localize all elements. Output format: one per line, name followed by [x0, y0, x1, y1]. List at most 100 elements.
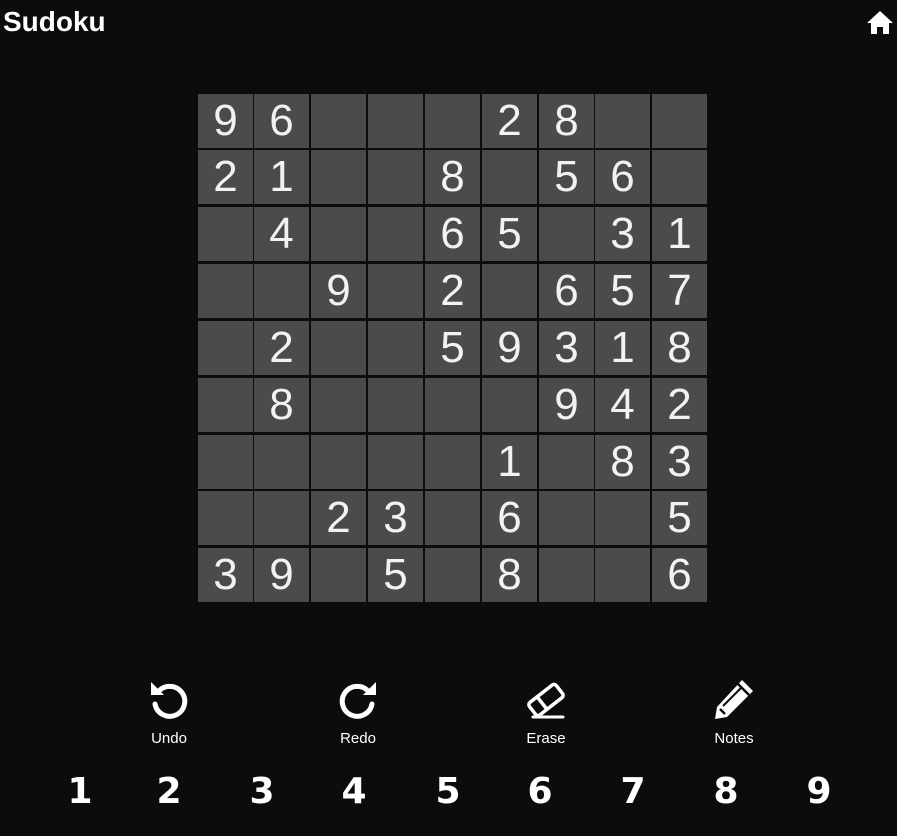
- sudoku-cell-r6-c2[interactable]: 8: [254, 378, 309, 432]
- redo-label: Redo: [340, 730, 376, 747]
- number-button-7[interactable]: 7: [613, 770, 653, 814]
- number-button-9[interactable]: 9: [799, 770, 839, 814]
- sudoku-cell-r9-c4[interactable]: 5: [368, 548, 423, 602]
- sudoku-cell-r9-c8[interactable]: [595, 548, 650, 602]
- sudoku-cell-r7-c8[interactable]: 8: [595, 435, 650, 489]
- sudoku-cell-r1-c6[interactable]: 2: [482, 94, 537, 148]
- sudoku-cell-r3-c9[interactable]: 1: [652, 207, 707, 261]
- sudoku-cell-r3-c8[interactable]: 3: [595, 207, 650, 261]
- sudoku-cell-r5-c2[interactable]: 2: [254, 321, 309, 375]
- sudoku-cell-r3-c7[interactable]: [539, 207, 594, 261]
- sudoku-cell-r9-c3[interactable]: [311, 548, 366, 602]
- sudoku-cell-r6-c5[interactable]: [425, 378, 480, 432]
- sudoku-cell-r7-c5[interactable]: [425, 435, 480, 489]
- sudoku-cell-r5-c5[interactable]: 5: [425, 321, 480, 375]
- sudoku-cell-r6-c9[interactable]: 2: [652, 378, 707, 432]
- sudoku-cell-r8-c8[interactable]: [595, 491, 650, 545]
- number-button-4[interactable]: 4: [334, 770, 374, 814]
- sudoku-cell-r2-c1[interactable]: 2: [198, 150, 253, 204]
- sudoku-cell-r1-c1[interactable]: 9: [198, 94, 253, 148]
- pencil-icon: [715, 680, 753, 719]
- number-button-1[interactable]: 1: [60, 770, 100, 814]
- number-button-6[interactable]: 6: [520, 770, 560, 814]
- sudoku-cell-r3-c6[interactable]: 5: [482, 207, 537, 261]
- sudoku-cell-r8-c9[interactable]: 5: [652, 491, 707, 545]
- sudoku-cell-r5-c1[interactable]: [198, 321, 253, 375]
- sudoku-cell-r8-c4[interactable]: 3: [368, 491, 423, 545]
- sudoku-cell-r4-c1[interactable]: [198, 264, 253, 318]
- sudoku-cell-r7-c1[interactable]: [198, 435, 253, 489]
- number-button-5[interactable]: 5: [428, 770, 468, 814]
- sudoku-cell-r1-c7[interactable]: 8: [539, 94, 594, 148]
- sudoku-cell-r4-c8[interactable]: 5: [595, 264, 650, 318]
- notes-button[interactable]: Notes: [689, 676, 779, 748]
- sudoku-cell-r2-c4[interactable]: [368, 150, 423, 204]
- sudoku-cell-r4-c2[interactable]: [254, 264, 309, 318]
- sudoku-cell-r6-c7[interactable]: 9: [539, 378, 594, 432]
- number-button-3[interactable]: 3: [242, 770, 282, 814]
- sudoku-cell-r3-c5[interactable]: 6: [425, 207, 480, 261]
- sudoku-cell-r2-c7[interactable]: 5: [539, 150, 594, 204]
- sudoku-cell-r7-c2[interactable]: [254, 435, 309, 489]
- sudoku-cell-r2-c6[interactable]: [482, 150, 537, 204]
- sudoku-cell-r2-c3[interactable]: [311, 150, 366, 204]
- sudoku-cell-r6-c3[interactable]: [311, 378, 366, 432]
- sudoku-cell-r1-c8[interactable]: [595, 94, 650, 148]
- sudoku-cell-r9-c2[interactable]: 9: [254, 548, 309, 602]
- sudoku-cell-r4-c6[interactable]: [482, 264, 537, 318]
- sudoku-cell-r5-c9[interactable]: 8: [652, 321, 707, 375]
- sudoku-cell-r8-c1[interactable]: [198, 491, 253, 545]
- sudoku-cell-r9-c1[interactable]: 3: [198, 548, 253, 602]
- sudoku-cell-r7-c4[interactable]: [368, 435, 423, 489]
- sudoku-cell-r8-c2[interactable]: [254, 491, 309, 545]
- sudoku-cell-r7-c3[interactable]: [311, 435, 366, 489]
- sudoku-cell-r6-c4[interactable]: [368, 378, 423, 432]
- sudoku-cell-r8-c5[interactable]: [425, 491, 480, 545]
- undo-button[interactable]: Undo: [124, 676, 214, 748]
- erase-button[interactable]: Erase: [501, 676, 591, 748]
- sudoku-cell-r6-c6[interactable]: [482, 378, 537, 432]
- sudoku-cell-r9-c9[interactable]: 6: [652, 548, 707, 602]
- number-button-2[interactable]: 2: [149, 770, 189, 814]
- sudoku-cell-r8-c3[interactable]: 2: [311, 491, 366, 545]
- sudoku-cell-r4-c5[interactable]: 2: [425, 264, 480, 318]
- sudoku-cell-r2-c8[interactable]: 6: [595, 150, 650, 204]
- sudoku-cell-r9-c7[interactable]: [539, 548, 594, 602]
- sudoku-cell-r7-c9[interactable]: 3: [652, 435, 707, 489]
- sudoku-cell-r3-c4[interactable]: [368, 207, 423, 261]
- sudoku-cell-r7-c6[interactable]: 1: [482, 435, 537, 489]
- sudoku-cell-r8-c7[interactable]: [539, 491, 594, 545]
- sudoku-cell-r2-c9[interactable]: [652, 150, 707, 204]
- sudoku-cell-r5-c8[interactable]: 1: [595, 321, 650, 375]
- sudoku-cell-r4-c7[interactable]: 6: [539, 264, 594, 318]
- sudoku-cell-r3-c3[interactable]: [311, 207, 366, 261]
- sudoku-cell-r9-c6[interactable]: 8: [482, 548, 537, 602]
- sudoku-cell-r1-c4[interactable]: [368, 94, 423, 148]
- undo-icon: [151, 682, 188, 719]
- sudoku-board: 9628218564653192657259318894218323653958…: [197, 93, 708, 604]
- redo-button[interactable]: Redo: [313, 676, 403, 748]
- sudoku-cell-r5-c3[interactable]: [311, 321, 366, 375]
- sudoku-cell-r7-c7[interactable]: [539, 435, 594, 489]
- sudoku-cell-r4-c3[interactable]: 9: [311, 264, 366, 318]
- sudoku-cell-r6-c8[interactable]: 4: [595, 378, 650, 432]
- sudoku-cell-r4-c4[interactable]: [368, 264, 423, 318]
- sudoku-cell-r5-c4[interactable]: [368, 321, 423, 375]
- sudoku-cell-r3-c2[interactable]: 4: [254, 207, 309, 261]
- sudoku-cell-r1-c9[interactable]: [652, 94, 707, 148]
- sudoku-cell-r2-c5[interactable]: 8: [425, 150, 480, 204]
- sudoku-cell-r1-c3[interactable]: [311, 94, 366, 148]
- sudoku-cell-r6-c1[interactable]: [198, 378, 253, 432]
- sudoku-cell-r5-c6[interactable]: 9: [482, 321, 537, 375]
- sudoku-cell-r8-c6[interactable]: 6: [482, 491, 537, 545]
- number-button-8[interactable]: 8: [706, 770, 746, 814]
- sudoku-cell-r2-c2[interactable]: 1: [254, 150, 309, 204]
- sudoku-cell-r5-c7[interactable]: 3: [539, 321, 594, 375]
- sudoku-cell-r9-c5[interactable]: [425, 548, 480, 602]
- eraser-icon: [527, 682, 565, 719]
- sudoku-cell-r4-c9[interactable]: 7: [652, 264, 707, 318]
- sudoku-cell-r3-c1[interactable]: [198, 207, 253, 261]
- sudoku-cell-r1-c2[interactable]: 6: [254, 94, 309, 148]
- sudoku-cell-r1-c5[interactable]: [425, 94, 480, 148]
- home-button[interactable]: [866, 9, 894, 35]
